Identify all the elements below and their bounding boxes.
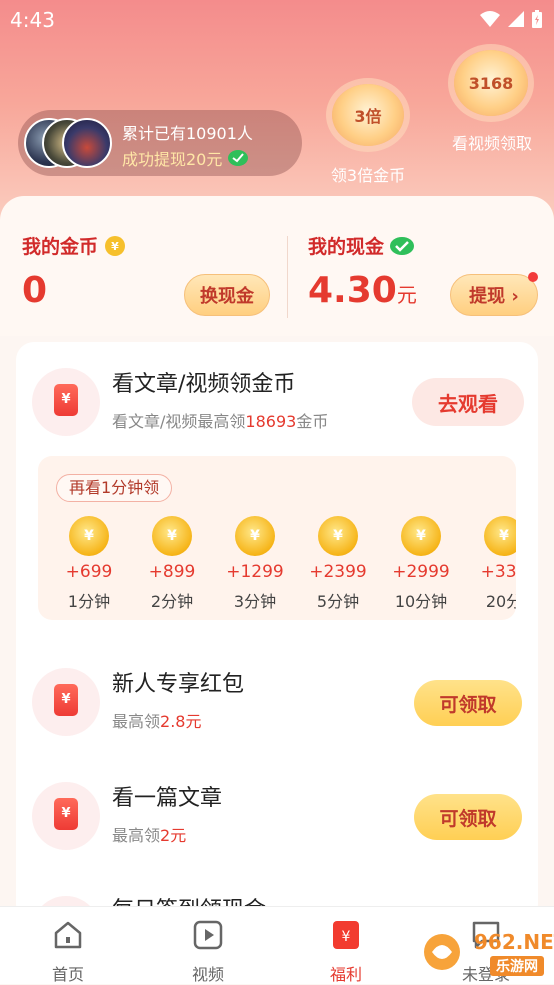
status-icons <box>480 10 542 28</box>
reward-timeline: 再看1分钟领 ¥ +699 1分钟 ¥ +899 2分钟 ¥ +1299 3分钟 ¥ +239… <box>38 456 516 620</box>
task-article-subtitle: 最高领2元 <box>112 822 186 846</box>
red-envelope-icon: ¥ <box>32 782 100 850</box>
my-cash-label: 我的现金 <box>308 236 385 258</box>
reward-item[interactable]: ¥ +1299 3分钟 <box>214 516 296 612</box>
svg-text:¥: ¥ <box>342 929 351 945</box>
task-newuser-title: 新人专享红包 <box>112 672 245 697</box>
reward-amount: +899 <box>148 562 196 582</box>
check-badge-icon <box>228 150 249 166</box>
reward-item[interactable]: ¥ +339 20分 <box>463 516 516 612</box>
status-bar: 4:43 <box>0 0 554 38</box>
reward-item[interactable]: ¥ +2399 5分钟 <box>297 516 379 612</box>
wallet-divider <box>287 236 288 318</box>
task-article-sub-highlight: 2元 <box>160 826 187 845</box>
user-avatars <box>24 118 114 168</box>
cash-unit: 元 <box>396 283 417 307</box>
claim-newuser-button[interactable]: 可领取 <box>414 680 522 726</box>
home-icon <box>54 921 82 949</box>
task-newuser-sub-prefix: 最高领 <box>112 712 161 731</box>
video-reward-value: 3168 <box>468 73 514 93</box>
task-article-sub-prefix: 最高领 <box>112 826 161 845</box>
banner-withdraw-text: 成功提现20元 <box>122 146 249 170</box>
signal-icon <box>508 11 524 27</box>
svg-text:¥: ¥ <box>111 240 119 253</box>
status-time: 4:43 <box>10 8 55 32</box>
tab-video[interactable]: 视频 <box>158 907 258 985</box>
tab-welfare-label: 福利 <box>329 965 362 984</box>
reward-amount: +2999 <box>392 562 450 582</box>
reward-amount: +2399 <box>309 562 367 582</box>
cash-value: 4.30元 <box>308 270 417 311</box>
claim-article-button[interactable]: 可领取 <box>414 794 522 840</box>
my-coins-title: 我的金币 ¥ <box>22 232 126 259</box>
task-video-sub-prefix: 看文章/视频最高领 <box>112 412 246 431</box>
coin-icon: ¥ <box>318 516 358 556</box>
reward-minutes: 2分钟 <box>150 592 194 611</box>
task-article-title: 看一篇文章 <box>112 786 223 811</box>
reward-minutes: 3分钟 <box>233 592 277 611</box>
reward-amount: +699 <box>65 562 113 582</box>
cash-amount: 4.30 <box>308 270 397 311</box>
withdraw-ticker-banner: 累计已有10901人 成功提现20元 <box>18 110 302 176</box>
task-video-sub-highlight: 18693 <box>245 412 297 431</box>
watermark-top-text: 962.NET <box>474 930 554 954</box>
exchange-cash-button[interactable]: 换现金 <box>184 274 270 316</box>
triple-coin-label: 领3倍金币 <box>330 166 406 185</box>
red-envelope-icon: ¥ <box>32 668 100 736</box>
reward-amount: +1299 <box>226 562 284 582</box>
wifi-icon <box>480 11 500 27</box>
coin-icon: ¥ <box>484 516 516 556</box>
tab-welfare[interactable]: ¥ 福利 <box>296 907 396 985</box>
video-reward-label: 看视频领取 <box>451 134 532 153</box>
go-watch-button[interactable]: 去观看 <box>412 378 524 426</box>
video-reward-bubble[interactable]: 3168 <box>454 50 528 116</box>
my-cash-title: 我的现金 <box>308 232 415 259</box>
reward-minutes: 20分 <box>485 592 516 611</box>
withdraw-notification-dot <box>528 272 538 282</box>
watermark-bottom-text: 乐游网 <box>490 956 544 976</box>
banner-count-text: 累计已有10901人 <box>122 124 253 143</box>
task-video-sub-suffix: 金币 <box>296 412 329 431</box>
reward-item[interactable]: ¥ +699 1分钟 <box>48 516 130 612</box>
video-icon <box>193 920 223 950</box>
red-envelope-tab-icon: ¥ <box>333 921 359 949</box>
triple-coin-value: 3倍 <box>354 107 382 126</box>
task-video-title: 看文章/视频领金币 <box>112 372 296 397</box>
reward-item[interactable]: ¥ +2999 10分钟 <box>380 516 462 612</box>
coin-icon: ¥ <box>235 516 275 556</box>
reward-tag: 再看1分钟领 <box>56 474 173 502</box>
my-coins-label: 我的金币 <box>22 236 99 258</box>
task-video-subtitle: 看文章/视频最高领18693金币 <box>112 408 328 432</box>
triple-coin-bubble[interactable]: 3倍 <box>332 84 404 146</box>
coins-value: 0 <box>22 270 48 311</box>
coin-icon: ¥ <box>401 516 441 556</box>
reward-amount: +339 <box>480 562 516 582</box>
wechat-check-icon <box>390 236 415 255</box>
task-newuser-subtitle: 最高领2.8元 <box>112 708 201 732</box>
tab-home-label: 首页 <box>51 965 84 984</box>
reward-minutes: 1分钟 <box>67 592 111 611</box>
reward-minutes: 5分钟 <box>316 592 360 611</box>
coin-icon: ¥ <box>69 516 109 556</box>
avatar <box>62 118 112 168</box>
red-envelope-icon: ¥ <box>32 368 100 436</box>
task-newuser-sub-highlight: 2.8元 <box>160 712 202 731</box>
withdraw-button[interactable]: 提现 › <box>450 274 538 316</box>
tab-video-label: 视频 <box>191 965 224 984</box>
banner-withdraw-label: 成功提现20元 <box>122 150 223 169</box>
reward-item[interactable]: ¥ +899 2分钟 <box>131 516 213 612</box>
reward-minutes: 10分钟 <box>394 592 448 611</box>
tab-home[interactable]: 首页 <box>18 907 118 985</box>
coin-icon: ¥ <box>105 235 126 256</box>
battery-icon <box>532 10 542 28</box>
watermark: 962.NET 乐游网 <box>418 924 554 980</box>
coin-icon: ¥ <box>152 516 192 556</box>
